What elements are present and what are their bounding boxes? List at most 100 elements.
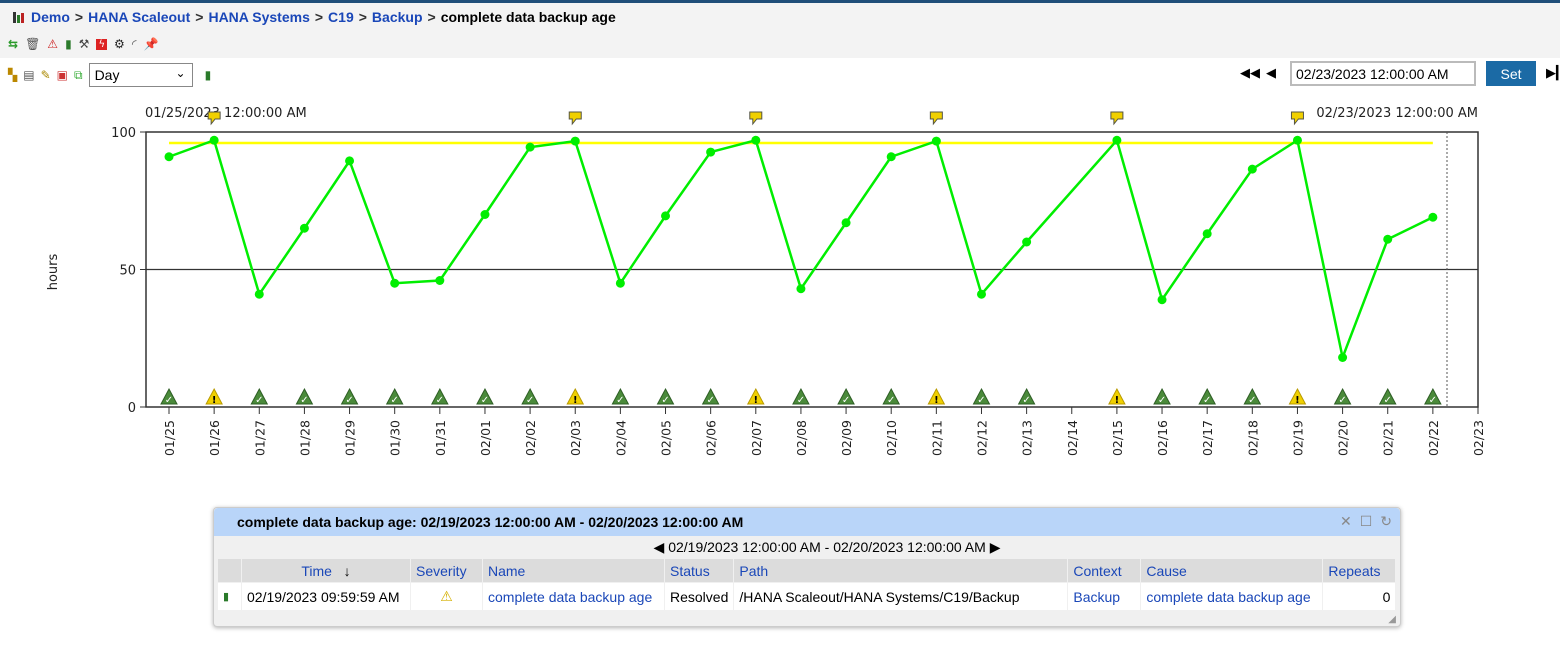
panel-title-bar: complete data backup age: 02/19/2023 12:…: [214, 508, 1400, 536]
close-icon[interactable]: ✕: [1340, 513, 1352, 530]
check-mark: ✓: [977, 395, 985, 406]
x-tick-label: 02/10: [884, 420, 899, 456]
data-point: [480, 210, 490, 219]
event-flag-icon: [568, 111, 582, 126]
data-point: [976, 289, 986, 299]
event-flag-icon: [1110, 111, 1124, 126]
maximize-icon[interactable]: ☐: [1360, 513, 1373, 530]
column-context[interactable]: Context: [1068, 559, 1141, 582]
check-mark: ✓: [1248, 395, 1256, 406]
data-point: [299, 223, 309, 233]
table-row[interactable]: ▮ 02/19/2023 09:59:59 AM ⚠ complete data…: [218, 583, 1396, 610]
x-tick-label: 01/28: [297, 420, 312, 456]
x-tick-label: 02/20: [1336, 420, 1351, 456]
event-flag-icon: [207, 111, 221, 126]
check-mark: ✓: [616, 395, 624, 406]
cell-name[interactable]: complete data backup age: [483, 583, 664, 610]
x-tick-label: 02/17: [1200, 420, 1215, 456]
column-severity[interactable]: Severity: [411, 559, 482, 582]
x-tick-label: 02/18: [1245, 420, 1260, 456]
panel-title: complete data backup age: 02/19/2023 12:…: [237, 514, 744, 530]
x-tick-label: 02/02: [523, 420, 538, 456]
data-point: [751, 135, 761, 145]
check-mark: ✓: [842, 395, 850, 406]
data-point: [1292, 135, 1302, 145]
check-mark: ✓: [1384, 395, 1392, 406]
x-tick-label: 02/12: [974, 420, 989, 456]
next-range-icon[interactable]: ▶: [990, 539, 1001, 555]
column-path[interactable]: Path: [734, 559, 1068, 582]
x-tick-label: 02/23: [1471, 420, 1486, 456]
data-point: [254, 289, 264, 299]
data-point: [1247, 164, 1257, 174]
alerts-table: Time ↓ Severity Name Status Path Context…: [217, 558, 1396, 611]
data-point: [570, 136, 580, 146]
cell-cause[interactable]: complete data backup age: [1141, 583, 1323, 610]
y-tick-label: 0: [128, 401, 136, 416]
y-tick-label: 50: [119, 264, 136, 279]
check-mark: ✓: [1022, 395, 1030, 406]
x-tick-label: 02/07: [749, 420, 764, 456]
end-label: 02/23/2023 12:00:00 AM: [1316, 106, 1478, 121]
cell-path: /HANA Scaleout/HANA Systems/C19/Backup: [734, 583, 1068, 610]
exclamation-mark: !: [754, 395, 759, 406]
data-point: [1022, 237, 1032, 247]
x-tick-label: 02/14: [1065, 420, 1080, 456]
event-flag-icon: [929, 111, 943, 126]
data-point: [1202, 229, 1212, 239]
check-mark: ✓: [706, 395, 714, 406]
exclamation-mark: !: [1115, 395, 1120, 406]
x-tick-label: 01/25: [162, 420, 177, 456]
exclamation-mark: !: [934, 395, 939, 406]
x-tick-label: 02/22: [1426, 420, 1441, 456]
check-mark: ✓: [887, 395, 895, 406]
refresh-icon[interactable]: ↻: [1380, 513, 1392, 530]
cell-context[interactable]: Backup: [1068, 583, 1141, 610]
chart-icon[interactable]: ▮: [218, 583, 241, 610]
cell-time: 02/19/2023 09:59:59 AM: [242, 583, 410, 610]
x-tick-label: 02/06: [704, 420, 719, 456]
exclamation-mark: !: [573, 395, 578, 406]
column-repeats[interactable]: Repeats: [1323, 559, 1396, 582]
event-flag-icon: [1290, 111, 1304, 126]
data-point: [886, 152, 896, 162]
column-status[interactable]: Status: [665, 559, 734, 582]
column-time[interactable]: Time ↓: [242, 559, 410, 582]
x-tick-label: 02/15: [1110, 420, 1125, 456]
panel-range-nav: ◀ 02/19/2023 12:00:00 AM - 02/20/2023 12…: [214, 536, 1400, 558]
data-point: [435, 276, 445, 285]
check-mark: ✓: [345, 395, 353, 406]
x-tick-label: 02/09: [839, 420, 854, 456]
y-axis-label: hours: [46, 254, 61, 291]
column-cause[interactable]: Cause: [1141, 559, 1323, 582]
column-name[interactable]: Name: [483, 559, 664, 582]
previous-range-icon[interactable]: ◀: [654, 539, 665, 555]
x-tick-label: 01/30: [388, 420, 403, 456]
data-point: [209, 135, 219, 145]
check-mark: ✓: [526, 395, 534, 406]
check-mark: ✓: [165, 395, 173, 406]
x-tick-label: 02/21: [1381, 420, 1396, 456]
x-tick-label: 01/27: [252, 420, 267, 456]
check-mark: ✓: [1158, 395, 1166, 406]
data-point: [525, 142, 535, 152]
x-tick-label: 01/31: [433, 420, 448, 456]
series-line: [168, 137, 1434, 362]
warning-icon: ⚠: [411, 583, 482, 610]
cell-status: Resolved: [665, 583, 734, 610]
check-mark: ✓: [300, 395, 308, 406]
sort-arrow-icon: ↓: [343, 562, 351, 579]
check-mark: ✓: [436, 395, 444, 406]
x-tick-label: 02/13: [1020, 420, 1035, 456]
chart: 01/25/2023 12:00:00 AM 02/23/2023 12:00:…: [46, 106, 1486, 456]
x-tick-label: 02/16: [1155, 420, 1170, 456]
check-mark: ✓: [255, 395, 263, 406]
resize-grip-icon[interactable]: ◢: [1388, 614, 1396, 625]
x-tick-label: 01/26: [207, 420, 222, 456]
data-point: [841, 218, 851, 228]
y-tick-label: 100: [111, 126, 136, 141]
data-point: [931, 136, 941, 146]
check-mark: ✓: [1429, 395, 1437, 406]
event-flag-icon: [749, 111, 763, 126]
data-point: [1383, 234, 1393, 244]
